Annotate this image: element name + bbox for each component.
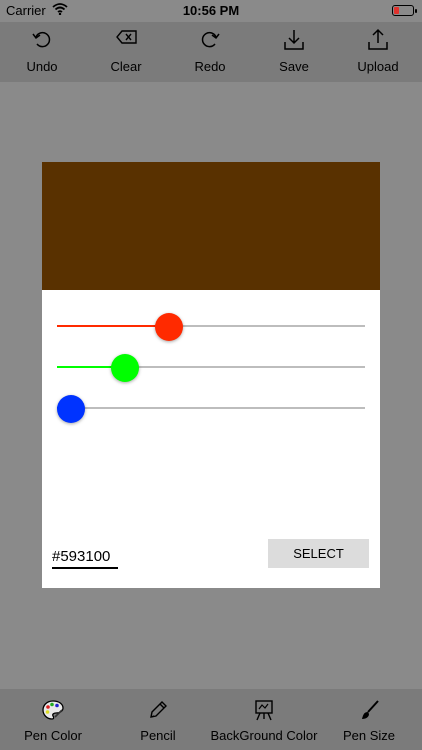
save-button[interactable]: Save: [252, 22, 336, 82]
battery-icon: [392, 5, 417, 16]
brush-icon: [362, 700, 379, 719]
clear-label: Clear: [110, 59, 142, 74]
bottom-toolbar: Pen Color Pencil BackGround Color Pen Si…: [0, 689, 422, 750]
pen-color-button[interactable]: Pen Color: [10, 689, 96, 750]
background-color-label: BackGround Color: [210, 728, 318, 743]
pencil-button[interactable]: Pencil: [116, 689, 200, 750]
color-preview: [42, 162, 380, 290]
top-toolbar: Undo Clear Redo Save Upload: [0, 22, 422, 82]
upload-icon: [368, 28, 388, 50]
download-icon: [284, 30, 304, 50]
blue-slider[interactable]: [57, 395, 365, 423]
save-label: Save: [279, 59, 309, 74]
color-picker-dialog: SELECT: [42, 162, 380, 588]
upload-label: Upload: [357, 59, 399, 74]
red-slider-thumb[interactable]: [154, 313, 183, 341]
status-time: 10:56 PM: [182, 3, 240, 18]
backspace-icon: [116, 30, 137, 44]
green-slider[interactable]: [57, 354, 365, 382]
background-color-button[interactable]: BackGround Color: [204, 689, 324, 750]
redo-label: Redo: [194, 59, 226, 74]
undo-label: Undo: [26, 59, 58, 74]
palette-icon: [42, 700, 64, 720]
status-bar: Carrier 10:56 PM: [0, 0, 422, 22]
red-slider[interactable]: [57, 313, 365, 341]
pen-color-label: Pen Color: [24, 728, 82, 743]
redo-icon: [201, 31, 220, 48]
pen-size-label: Pen Size: [342, 728, 396, 743]
blue-slider-thumb[interactable]: [57, 395, 85, 423]
pen-size-button[interactable]: Pen Size: [334, 689, 404, 750]
pencil-icon: [150, 701, 167, 718]
hex-input[interactable]: [52, 548, 118, 569]
upload-button[interactable]: Upload: [336, 22, 420, 82]
undo-button[interactable]: Undo: [0, 22, 84, 82]
select-button[interactable]: SELECT: [268, 539, 369, 568]
pencil-label: Pencil: [140, 728, 176, 743]
clear-button[interactable]: Clear: [84, 22, 168, 82]
undo-icon: [32, 31, 51, 48]
easel-icon: [255, 700, 273, 721]
green-slider-thumb[interactable]: [110, 354, 139, 382]
redo-button[interactable]: Redo: [168, 22, 252, 82]
